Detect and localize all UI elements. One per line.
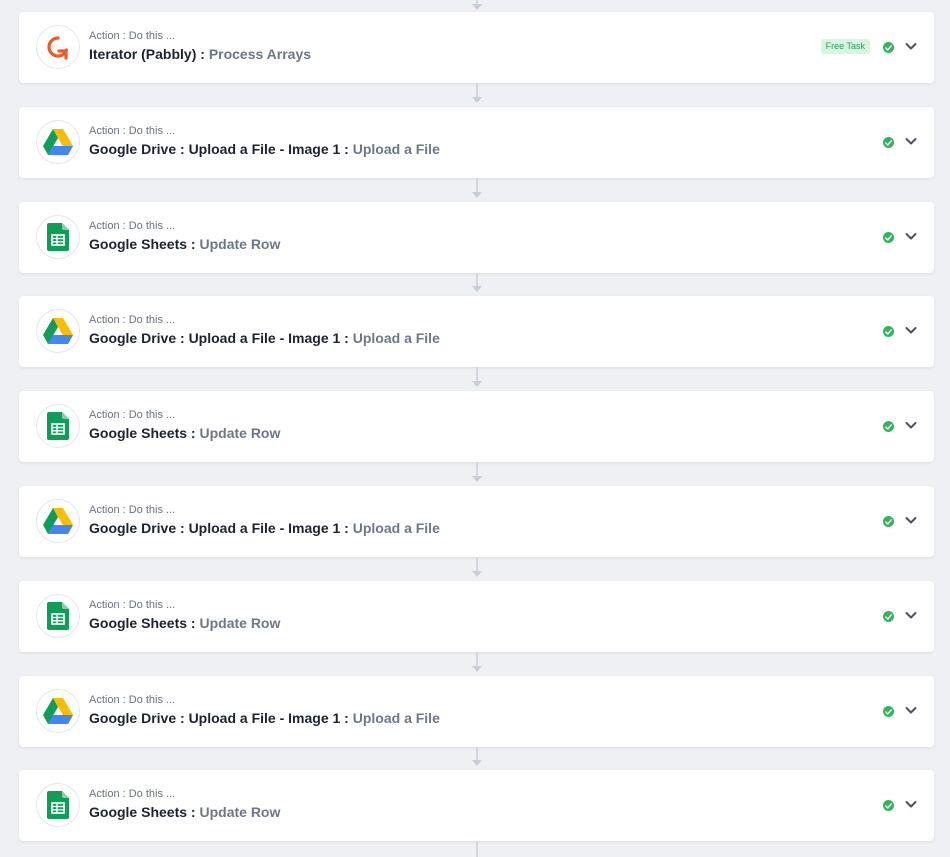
free-task-badge: Free Task xyxy=(820,39,870,54)
step-title: Google Sheets : Update Row xyxy=(89,236,280,252)
step-connector xyxy=(472,652,482,672)
step-card-google-sheets[interactable]: Action : Do this ... Google Sheets : Upda… xyxy=(19,581,934,652)
chevron-down-icon[interactable] xyxy=(904,418,918,432)
step-action-name: Update Row xyxy=(199,236,281,252)
check-circle-icon xyxy=(883,137,894,148)
step-type-label: Action : Do this ... xyxy=(89,694,176,706)
chevron-down-icon[interactable] xyxy=(904,39,918,53)
step-app-name: Iterator (Pabbly) xyxy=(89,46,197,62)
step-type-label: Action : Do this ... xyxy=(89,125,176,137)
step-action-name: Process Arrays xyxy=(208,46,312,62)
check-circle-icon xyxy=(883,611,894,622)
step-card-google-sheets[interactable]: Action : Do this ... Google Sheets : Upda… xyxy=(19,202,934,273)
check-circle-icon xyxy=(883,516,894,527)
step-type-label: Action : Do this ... xyxy=(89,599,176,611)
step-type-label: Action : Do this ... xyxy=(89,409,176,421)
step-card-google-drive[interactable]: Action : Do this ... Google Drive : Uploa… xyxy=(19,676,934,747)
step-title-separator: : xyxy=(340,141,353,157)
google-sheets-icon xyxy=(36,783,80,827)
step-title: Google Drive : Upload a File - Image 1 :… xyxy=(89,330,440,346)
step-connector xyxy=(472,83,482,103)
step-action-name: Upload a File xyxy=(352,520,440,536)
step-type-label: Action : Do this ... xyxy=(89,314,176,326)
google-drive-icon xyxy=(36,689,80,733)
step-app-name: Google Sheets xyxy=(89,425,188,441)
step-action-name: Update Row xyxy=(199,615,281,631)
workflow-canvas: Action : Do this ... Iterator (Pabbly) : … xyxy=(0,0,950,857)
step-title-separator: : xyxy=(340,710,353,726)
step-app-name: Google Drive : Upload a File - Image 1 xyxy=(89,520,341,536)
step-action-name: Upload a File xyxy=(352,710,440,726)
step-app-name: Google Sheets xyxy=(89,615,188,631)
step-app-name: Google Sheets xyxy=(89,236,188,252)
step-title: Google Drive : Upload a File - Image 1 :… xyxy=(89,710,440,726)
step-card-google-drive[interactable]: Action : Do this ... Google Drive : Uploa… xyxy=(19,296,934,367)
step-connector xyxy=(476,841,478,857)
step-title-separator: : xyxy=(187,615,200,631)
step-app-name: Google Drive : Upload a File - Image 1 xyxy=(89,710,341,726)
step-title: Google Drive : Upload a File - Image 1 :… xyxy=(89,141,440,157)
step-connector xyxy=(472,557,482,577)
step-connector xyxy=(472,273,482,292)
step-type-label: Action : Do this ... xyxy=(89,504,176,516)
step-title: Google Drive : Upload a File - Image 1 :… xyxy=(89,520,440,536)
step-type-label: Action : Do this ... xyxy=(89,220,176,232)
google-drive-icon xyxy=(36,309,80,353)
chevron-down-icon[interactable] xyxy=(904,513,918,527)
chevron-down-icon[interactable] xyxy=(904,323,918,337)
google-sheets-icon xyxy=(36,594,80,638)
step-card-iterator[interactable]: Action : Do this ... Iterator (Pabbly) : … xyxy=(19,12,934,83)
step-connector xyxy=(472,178,482,198)
step-title: Google Sheets : Update Row xyxy=(89,804,280,820)
check-circle-icon xyxy=(883,232,894,243)
step-title: Iterator (Pabbly) : Process Arrays xyxy=(89,46,311,62)
step-action-name: Upload a File xyxy=(352,330,440,346)
step-title-separator: : xyxy=(196,46,209,62)
step-title-separator: : xyxy=(340,520,353,536)
step-card-google-sheets[interactable]: Action : Do this ... Google Sheets : Upda… xyxy=(19,391,934,462)
google-drive-icon xyxy=(36,499,80,543)
step-card-google-drive[interactable]: Action : Do this ... Google Drive : Uploa… xyxy=(19,486,934,557)
step-action-name: Update Row xyxy=(199,425,281,441)
step-title-separator: : xyxy=(340,330,353,346)
step-action-name: Upload a File xyxy=(352,141,440,157)
check-circle-icon xyxy=(883,42,894,53)
check-circle-icon xyxy=(883,421,894,432)
google-sheets-icon xyxy=(36,404,80,448)
google-drive-icon xyxy=(36,120,80,164)
step-title: Google Sheets : Update Row xyxy=(89,615,280,631)
step-connector xyxy=(472,367,482,387)
step-connector xyxy=(472,0,482,10)
check-circle-icon xyxy=(883,706,894,717)
chevron-down-icon[interactable] xyxy=(904,229,918,243)
step-app-name: Google Drive : Upload a File - Image 1 xyxy=(89,330,341,346)
step-type-label: Action : Do this ... xyxy=(89,30,176,42)
step-card-google-drive[interactable]: Action : Do this ... Google Drive : Uploa… xyxy=(19,107,934,178)
step-app-name: Google Drive : Upload a File - Image 1 xyxy=(89,141,341,157)
step-type-label: Action : Do this ... xyxy=(89,788,176,800)
iterator-icon xyxy=(36,25,80,69)
step-connector xyxy=(472,747,482,766)
step-app-name: Google Sheets xyxy=(89,804,188,820)
chevron-down-icon[interactable] xyxy=(904,608,918,622)
chevron-down-icon[interactable] xyxy=(904,703,918,717)
step-title-separator: : xyxy=(187,425,200,441)
step-action-name: Update Row xyxy=(199,804,281,820)
step-card-google-sheets[interactable]: Action : Do this ... Google Sheets : Upda… xyxy=(19,770,934,841)
check-circle-icon xyxy=(883,800,894,811)
chevron-down-icon[interactable] xyxy=(904,134,918,148)
step-title: Google Sheets : Update Row xyxy=(89,425,280,441)
google-sheets-icon xyxy=(36,215,80,259)
step-connector xyxy=(472,462,482,482)
check-circle-icon xyxy=(883,326,894,337)
chevron-down-icon[interactable] xyxy=(904,797,918,811)
step-title-separator: : xyxy=(187,236,200,252)
step-title-separator: : xyxy=(187,804,200,820)
